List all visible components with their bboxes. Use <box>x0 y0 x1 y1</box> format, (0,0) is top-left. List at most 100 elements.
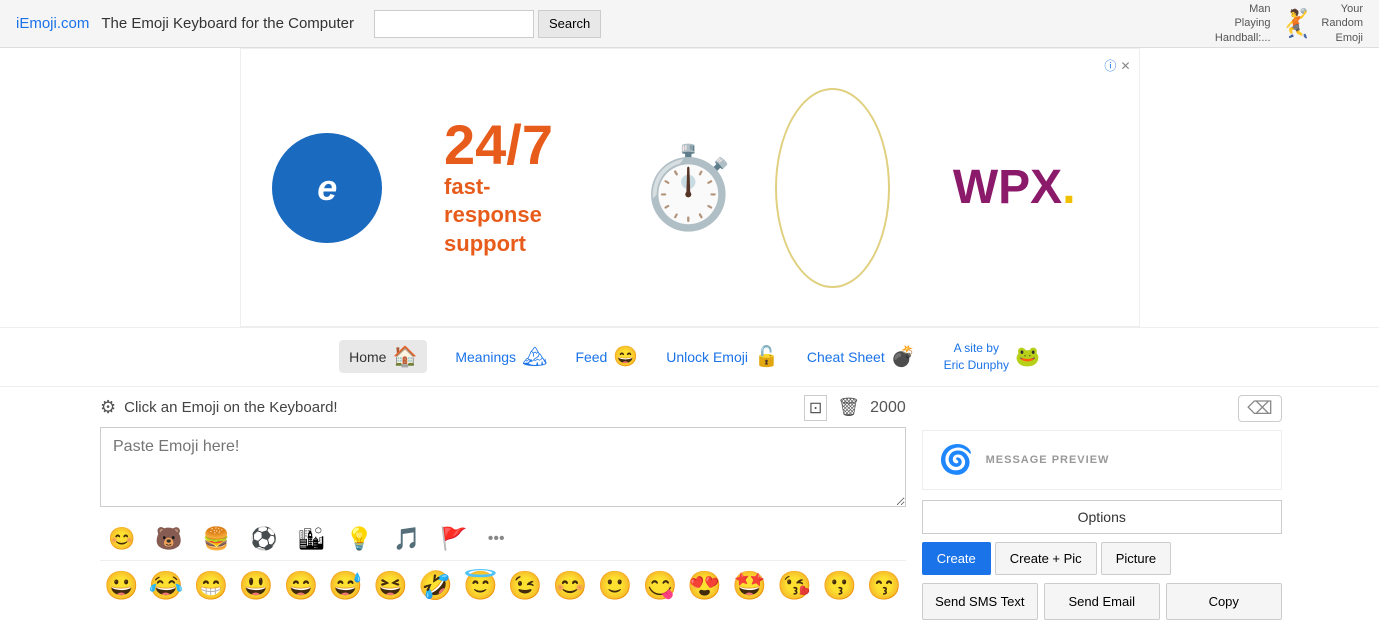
ad-close-btn[interactable]: ✕ <box>1120 59 1130 73</box>
nav-item-meanings[interactable]: Meanings 🏔 <box>455 344 547 369</box>
emoji-cell[interactable]: 😀 <box>100 567 143 604</box>
nav-label-home: Home <box>349 349 386 365</box>
clock-emoji: ⏱️ <box>639 141 739 235</box>
random-line1: Man <box>1215 2 1271 16</box>
create-pic-button[interactable]: Create + Pic <box>995 542 1097 575</box>
message-preview-box: 🌀 MESSAGE PREVIEW <box>922 430 1282 490</box>
ad-247: 24/7 <box>444 117 582 173</box>
emoji-cell[interactable]: 😅 <box>324 567 367 604</box>
emoji-cell[interactable]: 🤣 <box>414 567 457 604</box>
site-header: iEmoji.com The Emoji Keyboard for the Co… <box>0 0 1379 48</box>
tab-symbols[interactable]: 🎵 <box>385 522 428 556</box>
random-text: Man Playing Handball:... <box>1215 2 1271 45</box>
kb-header: ⚙ Click an Emoji on the Keyboard! ⊡ 🗑 20… <box>100 395 906 421</box>
emoji-cell[interactable]: 😊 <box>549 567 592 604</box>
nav-label-siteby: A site byEric Dunphy <box>944 340 1009 374</box>
tab-objects[interactable]: 💡 <box>338 522 381 556</box>
bottom-buttons: Send SMS Text Send Email Copy <box>922 583 1282 620</box>
tab-smileys[interactable]: 😊 <box>100 522 143 556</box>
random-line2: Playing <box>1215 16 1271 30</box>
panel-header: ⌫ <box>922 395 1282 422</box>
random-emoji[interactable]: 🤾 <box>1279 7 1314 40</box>
search-area: Search <box>374 10 601 38</box>
panel-close-btn[interactable]: ⌫ <box>1238 395 1281 422</box>
nav-item-cheatsheet[interactable]: Cheat Sheet 💣 <box>807 344 916 369</box>
site-tagline: The Emoji Keyboard for the Computer <box>101 15 354 32</box>
emoji-cell[interactable]: 😁 <box>190 567 233 604</box>
nav-bar: Home 🏠 Meanings 🏔 Feed 😄 Unlock Emoji 🔓 … <box>0 328 1379 387</box>
nav-emoji-meanings: 🏔 <box>522 344 547 369</box>
keyboard-area: ⚙ Click an Emoji on the Keyboard! ⊡ 🗑 20… <box>100 395 906 620</box>
nav-label-cheatsheet: Cheat Sheet <box>807 349 885 365</box>
preview-spiral-icon: 🌀 <box>939 443 974 476</box>
ad-arc <box>775 88 890 288</box>
emoji-cell[interactable]: 😗 <box>818 567 861 604</box>
ad-clock-area: ⏱️ <box>612 141 765 235</box>
emoji-cell[interactable]: 😙 <box>863 567 906 604</box>
emoji-cell[interactable]: 🤩 <box>728 567 771 604</box>
kb-textarea-wrap <box>100 427 906 510</box>
options-button[interactable]: Options <box>922 500 1282 534</box>
emoji-cell[interactable]: 😋 <box>639 567 682 604</box>
send-email-button[interactable]: Send Email <box>1044 583 1160 620</box>
site-logo-link[interactable]: iEmoji.com <box>16 15 89 32</box>
tab-food[interactable]: 🍔 <box>195 522 238 556</box>
nav-item-home[interactable]: Home 🏠 <box>339 340 427 373</box>
settings-icon[interactable]: ⚙ <box>100 397 116 418</box>
ad-right: WPX. <box>890 160 1139 215</box>
emoji-cell[interactable]: 😄 <box>280 567 323 604</box>
nav-label-meanings: Meanings <box>455 349 516 365</box>
kb-title-row: ⚙ Click an Emoji on the Keyboard! <box>100 397 338 418</box>
tab-sports[interactable]: ⚽ <box>242 522 285 556</box>
emoji-cell[interactable]: 😉 <box>504 567 547 604</box>
picture-button[interactable]: Picture <box>1101 542 1171 575</box>
preview-label: MESSAGE PREVIEW <box>986 454 1110 466</box>
ad-support: fast-responsesupport <box>444 173 582 259</box>
random-label: Your Random Emoji <box>1321 2 1363 45</box>
ad-text: 24/7 fast-responsesupport <box>414 97 612 279</box>
char-count: 2000 <box>870 399 906 417</box>
random-line3: Handball:... <box>1215 31 1271 45</box>
ad-logo-circle: e <box>272 133 382 243</box>
search-input[interactable] <box>374 10 534 38</box>
nav-emoji-home: 🏠 <box>392 344 417 369</box>
emoji-cell[interactable]: 😍 <box>683 567 726 604</box>
emoji-cell[interactable]: 😃 <box>235 567 278 604</box>
copy-icon[interactable]: ⊡ <box>804 395 827 421</box>
ad-inner: ⓘ ✕ e 24/7 fast-responsesupport ⏱️ WPX. <box>240 48 1140 327</box>
search-button[interactable]: Search <box>538 10 601 38</box>
tab-animals[interactable]: 🐻 <box>147 522 190 556</box>
emoji-row-1: 😀 😂 😁 😃 😄 😅 😆 🤣 😇 😉 😊 🙂 😋 😍 🤩 😘 😗 😙 <box>100 567 906 604</box>
emoji-cell[interactable]: 🙂 <box>594 567 637 604</box>
nav-emoji-unlock: 🔓 <box>754 344 779 369</box>
nav-item-siteby[interactable]: A site byEric Dunphy 🐸 <box>944 340 1040 374</box>
nav-emoji-feed: 😄 <box>613 344 638 369</box>
right-panel: ⌫ 🌀 MESSAGE PREVIEW Options Create Creat… <box>922 395 1282 620</box>
nav-item-unlock[interactable]: Unlock Emoji 🔓 <box>666 344 779 369</box>
emoji-cell[interactable]: 😆 <box>369 567 412 604</box>
emoji-cell[interactable]: 😂 <box>145 567 188 604</box>
ad-close-area: ⓘ ✕ <box>1104 57 1130 74</box>
ad-brand: WPX. <box>953 160 1076 215</box>
main-content: ⚙ Click an Emoji on the Keyboard! ⊡ 🗑 20… <box>0 387 1379 628</box>
kb-controls: ⊡ 🗑 2000 <box>804 395 906 421</box>
emoji-textarea[interactable] <box>100 427 906 507</box>
ad-info-icon: ⓘ <box>1104 57 1116 74</box>
tab-travel[interactable]: 🏙 <box>290 522 334 556</box>
nav-item-feed[interactable]: Feed 😄 <box>575 344 638 369</box>
send-sms-button[interactable]: Send SMS Text <box>922 583 1038 620</box>
create-button[interactable]: Create <box>922 542 991 575</box>
emoji-category-tabs: 😊 🐻 🍔 ⚽ 🏙 💡 🎵 🚩 ••• <box>100 518 906 561</box>
kb-title: Click an Emoji on the Keyboard! <box>124 399 337 416</box>
emoji-cell[interactable]: 😇 <box>459 567 502 604</box>
ad-banner: ⓘ ✕ e 24/7 fast-responsesupport ⏱️ WPX. <box>0 48 1379 328</box>
tab-flags[interactable]: 🚩 <box>432 522 475 556</box>
nav-label-unlock: Unlock Emoji <box>666 349 748 365</box>
trash-icon[interactable]: 🗑 <box>837 397 860 418</box>
copy-button[interactable]: Copy <box>1166 583 1282 620</box>
tab-more[interactable]: ••• <box>480 522 513 556</box>
nav-label-feed: Feed <box>575 349 607 365</box>
ad-logo-letter: e <box>317 167 337 209</box>
emoji-cell[interactable]: 😘 <box>773 567 816 604</box>
nav-emoji-siteby: 🐸 <box>1015 344 1040 369</box>
